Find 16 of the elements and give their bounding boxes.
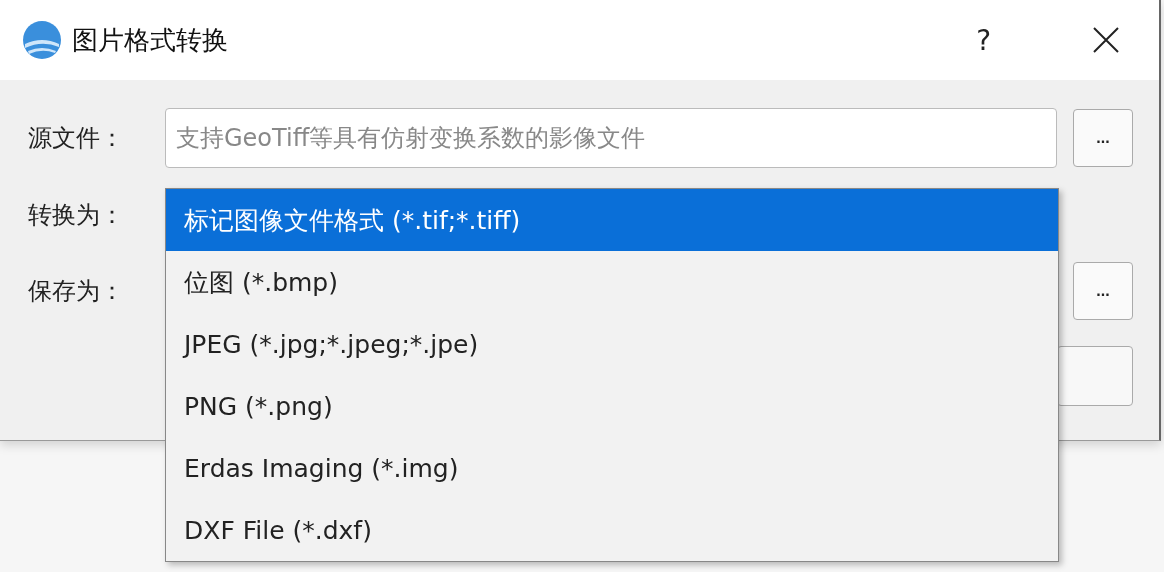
field-label: 源文件： — [27, 123, 125, 154]
close-icon[interactable] — [1093, 27, 1119, 53]
field-label: 转换为： — [27, 200, 125, 231]
browse-button[interactable]: ... — [1073, 262, 1133, 320]
browse-button[interactable]: ... — [1073, 109, 1133, 167]
window-title: 图片格式转换 — [72, 23, 228, 57]
dropdown-option[interactable]: 位图 (*.bmp) — [166, 251, 1058, 313]
dropdown-option[interactable]: Erdas Imaging (*.img) — [166, 437, 1058, 499]
help-button[interactable]: ? — [970, 23, 997, 57]
app-logo-icon — [22, 20, 62, 60]
dropdown-option[interactable]: DXF File (*.dxf) — [166, 499, 1058, 561]
dropdown-option[interactable]: JPEG (*.jpg;*.jpeg;*.jpe) — [166, 313, 1058, 375]
dropdown-option[interactable]: 标记图像文件格式 (*.tif;*.tiff) — [166, 189, 1058, 251]
field-label: 保存为： — [27, 276, 125, 307]
dropdown-option[interactable]: PNG (*.png) — [166, 375, 1058, 437]
source-file-field[interactable]: 支持GeoTiff等具有仿射变换系数的影像文件 — [165, 108, 1057, 168]
